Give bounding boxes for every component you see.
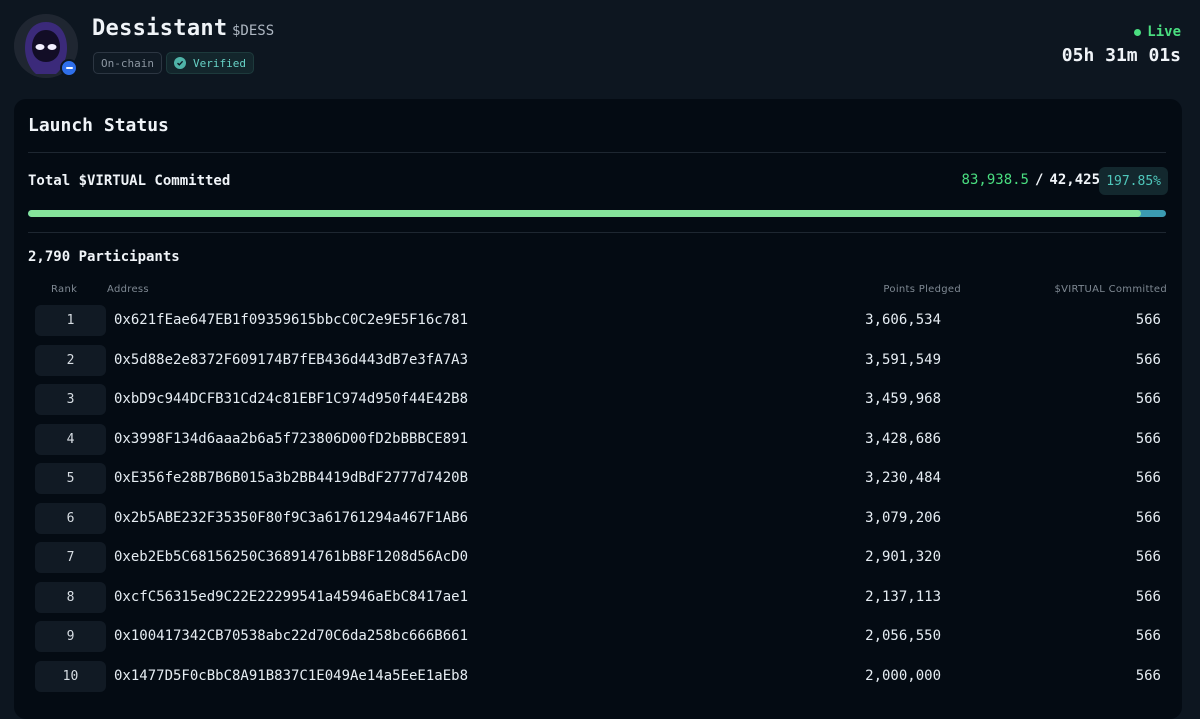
card-title: Launch Status [28,115,169,136]
divider [28,152,1166,153]
points-cell: 2,901,320 [865,549,941,565]
table-row[interactable]: 7 0xeb2Eb5C68156250C368914761bB8F1208d56A… [14,541,1182,581]
points-cell: 3,428,686 [865,430,941,447]
table-row[interactable]: 9 0x100417342CB70538abc22d70C6da258bc666B… [14,620,1182,660]
points-cell: 2,137,113 [865,588,941,605]
address-cell[interactable]: 0x100417342CB70538abc22d70C6da258bc666B6… [114,628,468,644]
live-dot-icon [1134,28,1142,36]
countdown-timer: 05h 31m 01s [1061,45,1181,66]
table-row[interactable]: 10 0x1477D5F0cBbC8A91B837C1E049Ae14a5EeE1… [14,660,1182,700]
rank-cell: 3 [35,384,106,415]
header-committed: $VIRTUAL Committed [1054,284,1167,295]
address-cell[interactable]: 0xbD9c944DCFB31Cd24c81EBF1C974d950f44E42… [114,391,468,407]
points-cell: 2,056,550 [865,628,941,644]
committed-cell: 566 [1135,667,1161,684]
table-row[interactable]: 6 0x2b5ABE232F35350F80f9C3a61761294a467F1… [14,502,1182,542]
participants-table: 1 0x621fEae647EB1f09359615bbcC0C2e9E5F16c… [14,304,1182,699]
percent-badge: 197.85% [1099,167,1168,195]
committed-target: 42,425 [1049,172,1100,188]
committed-cell: 566 [1135,312,1161,328]
live-label: Live [1147,24,1181,40]
points-cell: 3,230,484 [865,470,941,486]
header-rank: Rank [51,284,78,295]
onchain-tag-label: On-chain [101,56,154,70]
address-cell[interactable]: 0xeb2Eb5C68156250C368914761bB8F1208d56Ac… [114,549,468,565]
table-row[interactable]: 3 0xbD9c944DCFB31Cd24c81EBF1C974d950f44E4… [14,383,1182,423]
committed-current: 83,938.5 [961,172,1029,188]
committed-cell: 566 [1135,470,1161,486]
token-header: Dessistant $DESS On-chain Verified Live … [0,0,1200,100]
rank-cell: 5 [35,463,106,494]
address-cell[interactable]: 0xcfC56315ed9C22E22299541a45946aEbC8417a… [114,589,468,605]
address-cell[interactable]: 0x5d88e2e8372F609174B7fEB436d443dB7e3fA7… [114,352,468,368]
participants-count: 2,790 Participants [28,249,180,265]
token-ticker: $DESS [232,23,275,39]
address-cell[interactable]: 0x2b5ABE232F35350F80f9C3a61761294a467F1A… [114,510,468,526]
table-row[interactable]: 8 0xcfC56315ed9C22E22299541a45946aEbC8417… [14,581,1182,621]
committed-cell: 566 [1135,351,1161,368]
rank-cell: 6 [35,502,106,534]
committed-values: 83,938.5 / 42,425 [962,172,1100,188]
committed-label: Total $VIRTUAL Committed [28,173,231,189]
rank-cell: 4 [35,423,106,455]
address-cell[interactable]: 0xE356fe28B7B6B015a3b2BB4419dBdF2777d742… [114,470,468,486]
live-indicator: Live [1134,24,1181,40]
table-row[interactable]: 2 0x5d88e2e8372F609174B7fEB436d443dB7e3fA… [14,344,1182,384]
address-cell[interactable]: 0x1477D5F0cBbC8A91B837C1E049Ae14a5EeE1aE… [114,668,468,684]
header-points: Points Pledged [883,284,961,295]
points-cell: 3,079,206 [865,509,941,526]
committed-cell: 566 [1135,430,1161,447]
committed-cell: 566 [1135,549,1161,565]
rank-cell: 2 [35,344,106,376]
rank-cell: 1 [35,305,106,336]
address-cell[interactable]: 0x3998F134d6aaa2b6a5f723806D00fD2bBBBCE8… [114,431,468,447]
points-cell: 3,606,534 [865,312,941,328]
verified-tag-label: Verified [193,56,246,70]
committed-cell: 566 [1135,391,1161,407]
progress-bar [28,210,1166,217]
points-cell: 3,591,549 [865,351,941,368]
progress-fill [28,210,1141,217]
address-cell[interactable]: 0x621fEae647EB1f09359615bbcC0C2e9E5F16c7… [114,312,468,328]
points-cell: 3,459,968 [865,391,941,407]
committed-cell: 566 [1135,588,1161,605]
table-row[interactable]: 5 0xE356fe28B7B6B015a3b2BB4419dBdF2777d74… [14,462,1182,502]
onchain-tag: On-chain [93,52,162,74]
check-icon [174,57,186,69]
committed-separator: / [1034,172,1044,188]
rank-cell: 8 [35,581,106,613]
committed-cell: 566 [1135,509,1161,526]
committed-cell: 566 [1135,628,1161,644]
launch-status-card: Launch Status Total $VIRTUAL Committed 8… [14,99,1182,719]
rank-cell: 7 [35,542,106,573]
verified-tag: Verified [166,52,254,74]
token-name: Dessistant [92,16,228,41]
rank-cell: 9 [35,621,106,652]
header-address: Address [107,284,149,295]
rank-cell: 10 [35,660,106,692]
points-cell: 2,000,000 [865,667,941,684]
network-badge-icon [60,59,78,77]
table-row[interactable]: 1 0x621fEae647EB1f09359615bbcC0C2e9E5F16c… [14,304,1182,344]
table-row[interactable]: 4 0x3998F134d6aaa2b6a5f723806D00fD2bBBBCE… [14,423,1182,463]
divider [28,232,1166,233]
